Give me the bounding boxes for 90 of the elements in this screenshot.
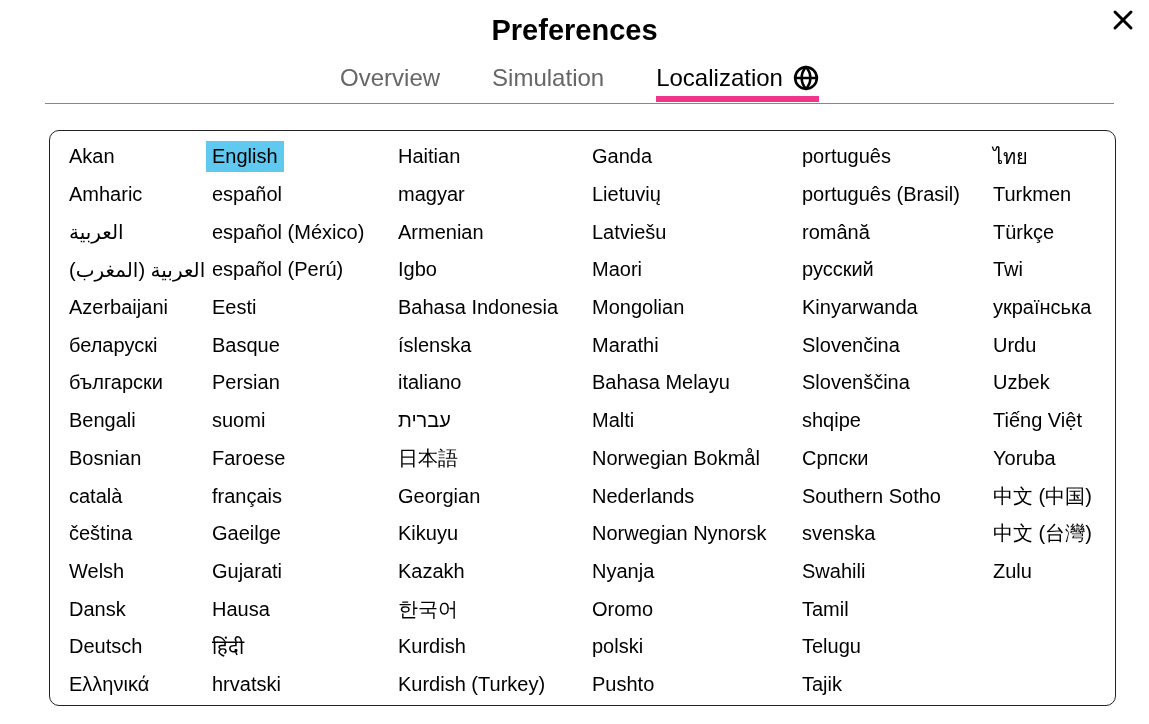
language-item[interactable]: polski — [586, 631, 650, 663]
language-item[interactable]: Maori — [586, 254, 648, 286]
window-title: Preferences — [491, 13, 658, 48]
language-item[interactable]: Tamil — [796, 593, 855, 625]
language-item[interactable]: Српски — [796, 442, 875, 474]
language-item[interactable]: ไทย — [987, 136, 1034, 177]
language-item[interactable]: español — [206, 179, 289, 211]
language-item[interactable]: Bahasa Melayu — [586, 367, 736, 399]
language-item[interactable]: 中文 (中国) — [987, 478, 1098, 514]
tab[interactable]: Overview — [340, 64, 441, 102]
language-item[interactable]: Slovenščina — [796, 367, 916, 399]
language-item[interactable]: Tiếng Việt — [987, 405, 1088, 437]
language-item[interactable]: Bengali — [63, 405, 142, 437]
language-item[interactable]: Eesti — [206, 292, 263, 324]
globe-icon — [792, 65, 819, 91]
language-item[interactable]: Norwegian Bokmål — [586, 442, 766, 474]
language-item[interactable]: Haitian — [392, 141, 467, 173]
language-item[interactable]: English — [206, 141, 284, 173]
language-item[interactable]: Basque — [206, 329, 286, 361]
language-item[interactable]: português — [796, 141, 897, 173]
language-item[interactable]: Yoruba — [987, 442, 1062, 474]
language-item[interactable]: беларускі — [63, 329, 164, 361]
language-item[interactable]: íslenska — [392, 329, 478, 361]
language-item[interactable]: magyar — [392, 179, 471, 211]
language-item[interactable]: Kurdish — [392, 631, 472, 663]
language-item[interactable]: українська — [987, 292, 1098, 324]
language-item[interactable]: shqipe — [796, 405, 867, 437]
language-item[interactable]: العربية — [63, 216, 130, 249]
language-item[interactable]: हिंदी — [206, 629, 250, 665]
language-item[interactable]: Twi — [987, 254, 1029, 286]
language-item[interactable]: Ελληνικά — [63, 668, 156, 700]
language-item[interactable]: Igbo — [392, 254, 443, 286]
language-item[interactable]: Armenian — [392, 216, 490, 248]
language-item[interactable]: Latviešu — [586, 216, 673, 248]
language-item[interactable]: Nederlands — [586, 480, 701, 512]
language-item[interactable]: Azerbaijani — [63, 292, 174, 324]
language-item[interactable]: Zulu — [987, 555, 1038, 587]
language-item[interactable]: Dansk — [63, 593, 132, 625]
language-item[interactable]: български — [63, 367, 169, 399]
language-item[interactable]: Welsh — [63, 555, 131, 587]
language-item[interactable]: Tajik — [796, 668, 848, 700]
language-item[interactable]: 한국어 — [392, 591, 464, 627]
language-item[interactable]: עברית — [392, 405, 457, 437]
language-item[interactable]: Gujarati — [206, 555, 289, 587]
language-item[interactable]: Marathi — [586, 329, 665, 361]
language-item[interactable]: Pushto — [586, 668, 661, 700]
language-item[interactable]: 中文 (台灣) — [987, 516, 1098, 552]
language-item[interactable]: Türkçe — [987, 216, 1061, 248]
language-item[interactable]: italiano — [392, 367, 468, 399]
language-item[interactable]: español (México) — [206, 216, 371, 248]
language-item[interactable]: svenska — [796, 518, 882, 550]
language-item[interactable]: Kurdish (Turkey) — [392, 668, 552, 700]
language-item[interactable]: Bahasa Indonesia — [392, 292, 565, 324]
language-item[interactable]: Gaeilge — [206, 518, 287, 550]
language-item[interactable]: Norwegian Nynorsk — [586, 518, 773, 550]
language-item[interactable]: Slovenčina — [796, 329, 906, 361]
language-item[interactable]: català — [63, 480, 129, 512]
language-item[interactable]: Urdu — [987, 329, 1043, 361]
language-item[interactable]: Kinyarwanda — [796, 292, 924, 324]
language-item[interactable]: suomi — [206, 405, 272, 437]
tab[interactable]: Simulation — [492, 64, 605, 102]
language-item[interactable]: hrvatski — [206, 668, 287, 700]
language-item[interactable]: čeština — [63, 518, 139, 550]
language-item[interactable]: Nyanja — [586, 555, 661, 587]
language-item[interactable]: Ganda — [586, 141, 659, 173]
language-item[interactable]: Lietuvių — [586, 179, 667, 211]
language-item[interactable]: Telugu — [796, 631, 867, 663]
language-item[interactable]: português (Brasil) — [796, 179, 966, 211]
language-item[interactable]: Malti — [586, 405, 641, 437]
language-item[interactable]: Bosnian — [63, 442, 148, 474]
language-item[interactable]: français — [206, 480, 289, 512]
language-item[interactable]: Mongolian — [586, 292, 691, 324]
language-item[interactable]: Oromo — [586, 593, 660, 625]
language-item[interactable]: Kikuyu — [392, 518, 465, 550]
language-item[interactable]: Kazakh — [392, 555, 471, 587]
language-item[interactable]: Akan — [63, 141, 121, 173]
language-item[interactable]: Turkmen — [987, 179, 1078, 211]
language-item[interactable]: Faroese — [206, 442, 292, 474]
language-item[interactable]: Hausa — [206, 593, 276, 625]
language-item[interactable]: Southern Sotho — [796, 480, 947, 512]
language-item[interactable]: Uzbek — [987, 367, 1056, 399]
language-item[interactable]: română — [796, 216, 876, 248]
language-item[interactable]: 日本語 — [392, 440, 464, 476]
language-item[interactable]: Deutsch — [63, 631, 149, 663]
language-item[interactable]: Swahili — [796, 555, 872, 587]
language-item[interactable]: Persian — [206, 367, 286, 399]
tab[interactable]: Localization — [656, 64, 819, 102]
language-item[interactable]: Amharic — [63, 179, 149, 211]
language-item[interactable]: русский — [796, 254, 880, 286]
language-item[interactable]: Georgian — [392, 480, 487, 512]
